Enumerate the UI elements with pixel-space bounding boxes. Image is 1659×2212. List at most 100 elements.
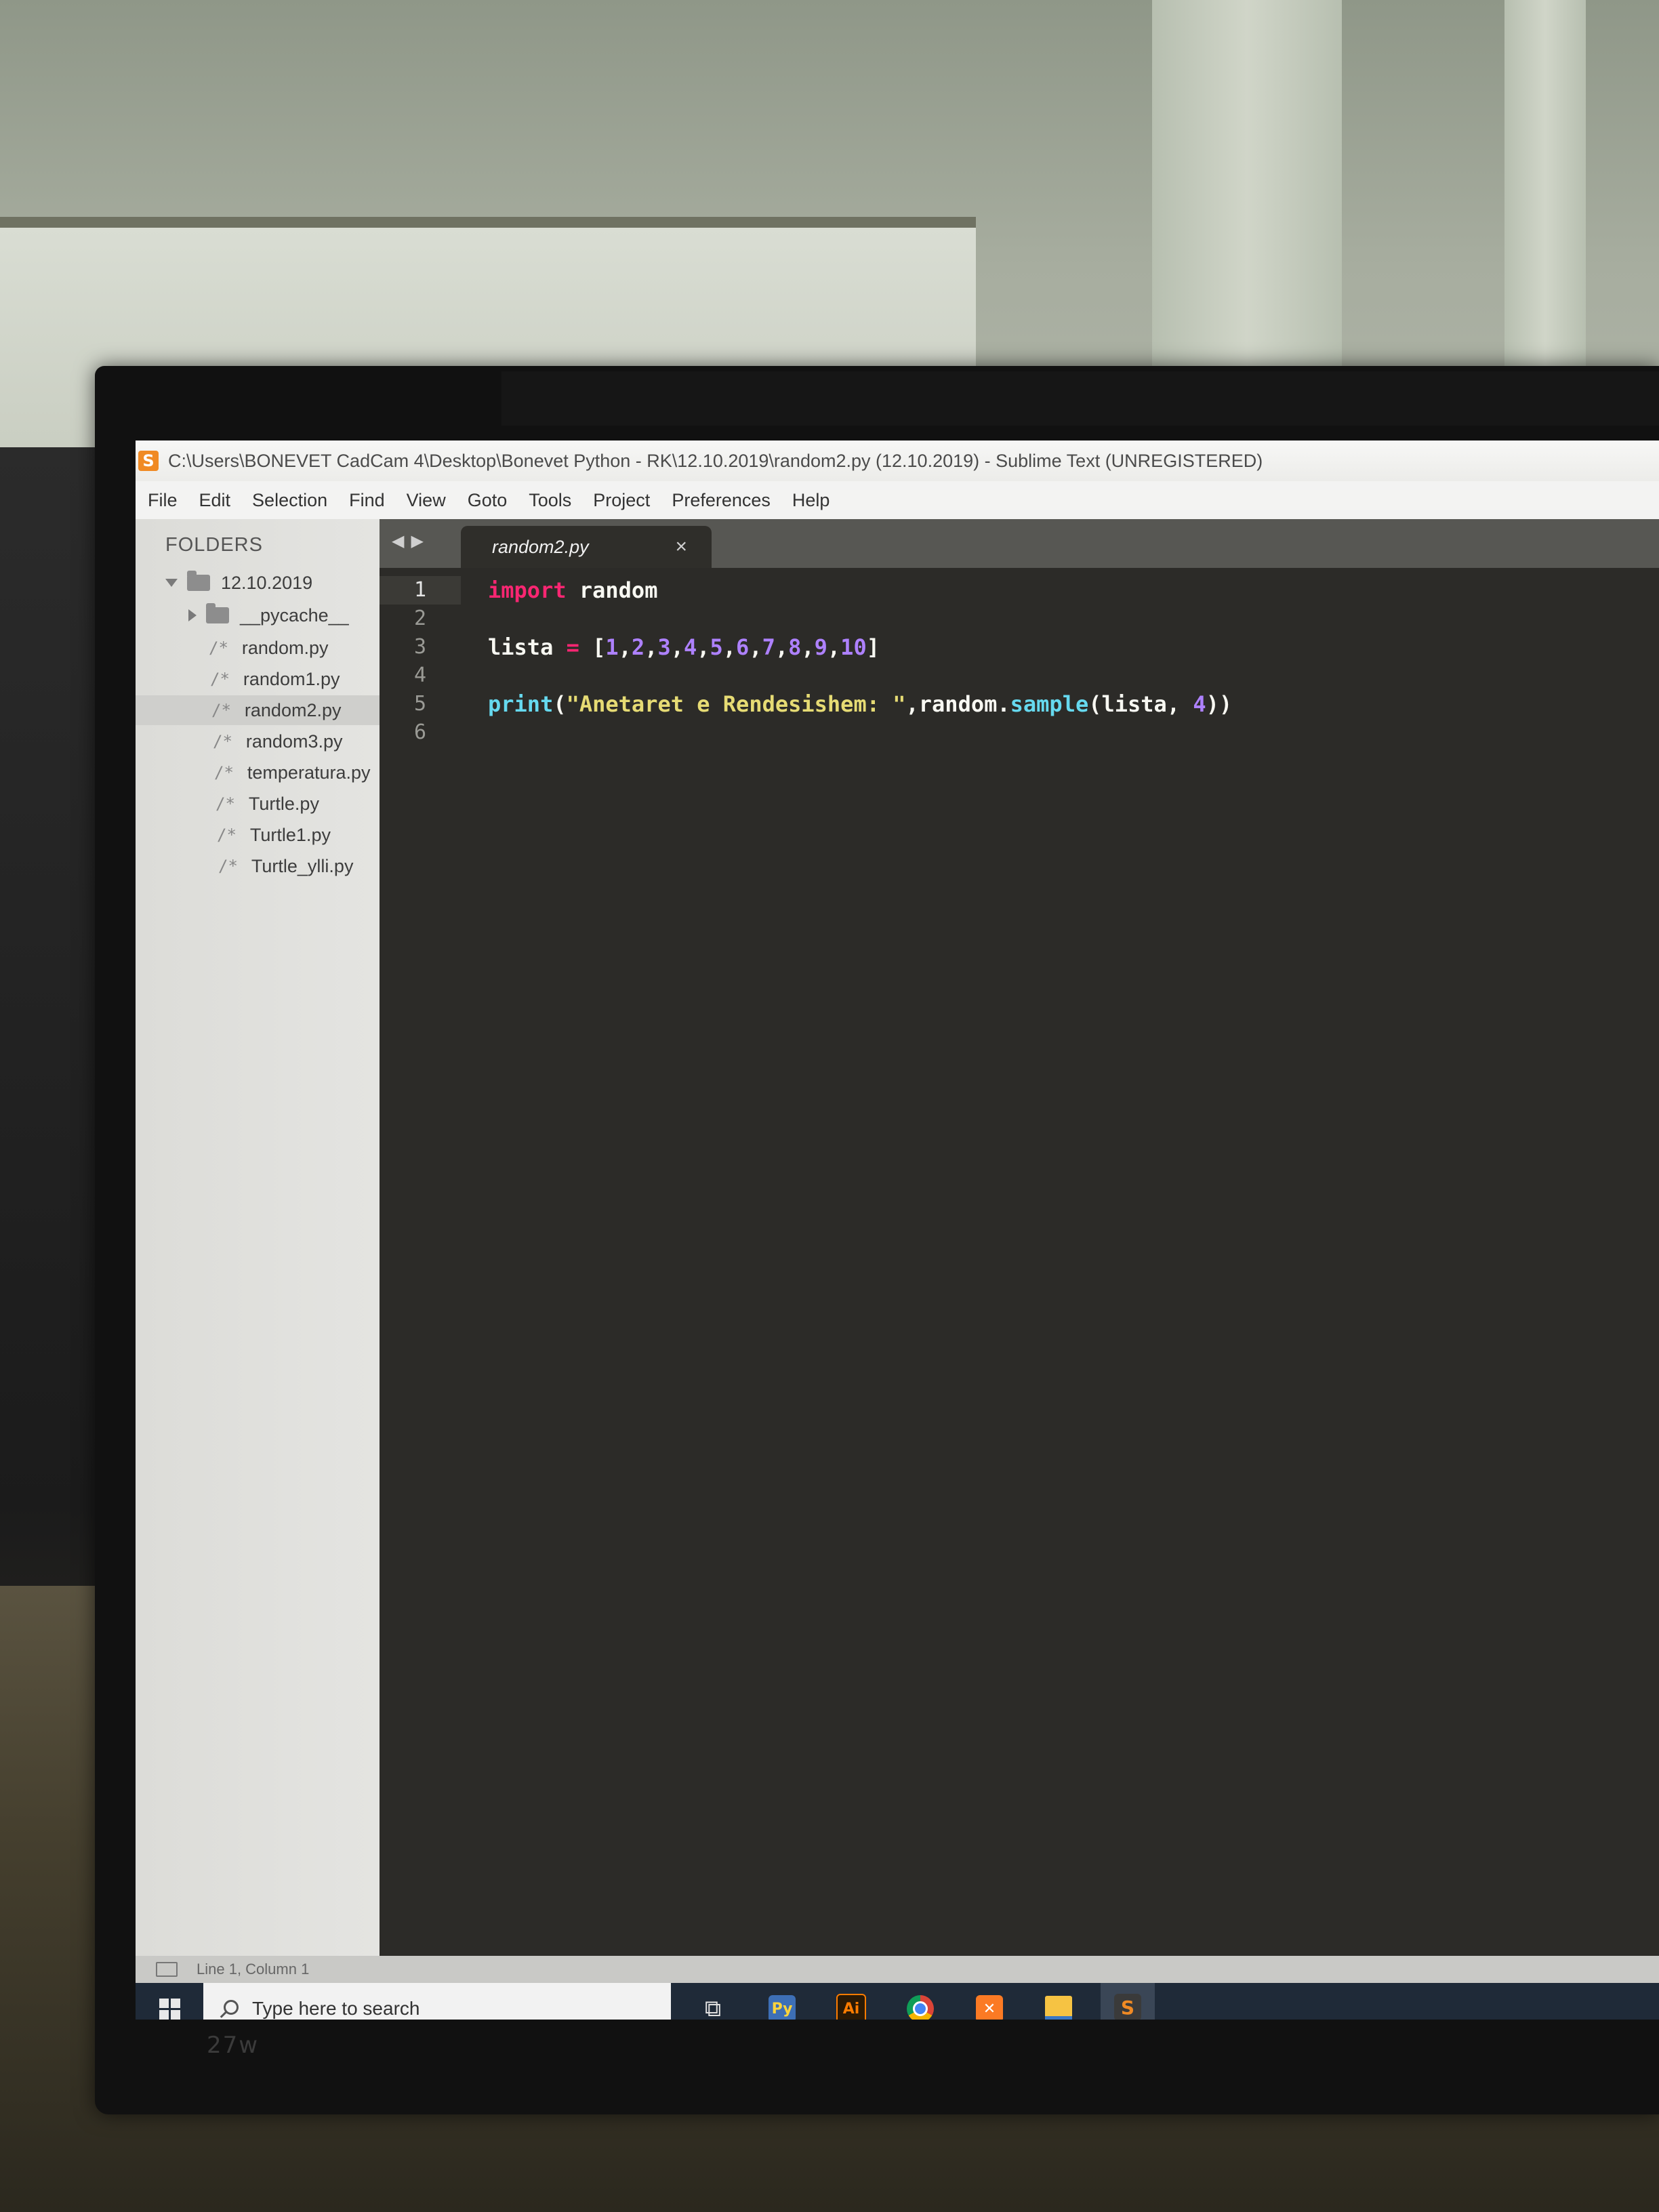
close-icon[interactable]: × xyxy=(675,535,687,558)
sublime-text-taskbar-icon: S xyxy=(1114,1994,1141,2020)
menu-view[interactable]: View xyxy=(396,490,457,511)
code-text: lista xyxy=(488,634,567,660)
sidebar-folder-root[interactable]: 12.10.2019 xyxy=(165,568,312,598)
file-icon: /* xyxy=(217,825,237,844)
arrow-right-icon[interactable]: ▶ xyxy=(411,531,423,551)
taskbar-sublime-text[interactable]: S xyxy=(1101,1983,1155,2020)
menu-help[interactable]: Help xyxy=(781,490,841,511)
search-icon xyxy=(220,2000,239,2018)
wall-pillar xyxy=(1152,0,1342,380)
task-view-icon: ⧉ xyxy=(704,1995,722,2020)
search-placeholder: Type here to search xyxy=(252,1998,420,2019)
code-function: print xyxy=(488,691,554,717)
code-number: 7 xyxy=(762,634,775,660)
menu-file[interactable]: File xyxy=(136,490,188,511)
sidebar-file-label: Turtle1.py xyxy=(249,824,331,845)
sidebar-file-random1[interactable]: /* random1.py xyxy=(210,664,340,694)
code-line-3: lista = [1,2,3,4,5,6,7,8,9,10] xyxy=(488,634,880,660)
tab-label: random2.py xyxy=(492,536,589,557)
sidebar-file-label: temperatura.py xyxy=(247,762,371,783)
sidebar-file-temperatura[interactable]: /* temperatura.py xyxy=(214,758,371,787)
monitor-top xyxy=(501,371,1659,426)
taskbar-xampp[interactable]: ✕ xyxy=(962,1983,1017,2020)
monitor-model-label: 27w xyxy=(207,2032,260,2059)
taskbar-chrome[interactable] xyxy=(893,1983,947,2020)
sidebar-file-label: Turtle.py xyxy=(248,793,319,814)
window-title: C:\Users\BONEVET CadCam 4\Desktop\Boneve… xyxy=(168,450,1263,471)
menu-find[interactable]: Find xyxy=(338,490,396,511)
code-text: ( xyxy=(553,691,567,717)
line-number: 3 xyxy=(413,635,427,659)
code-line-1: import random xyxy=(488,576,657,605)
line-number: 5 xyxy=(413,692,427,716)
sidebar-file-turtle1[interactable]: /* Turtle1.py xyxy=(217,820,331,850)
sidebar-file-turtle-ylli[interactable]: /* Turtle_ylli.py xyxy=(218,851,353,881)
screen: S C:\Users\BONEVET CadCam 4\Desktop\Bone… xyxy=(136,441,1659,2020)
taskbar-search[interactable]: Type here to search xyxy=(203,1983,671,2020)
line-number: 1 xyxy=(380,576,461,605)
menu-goto[interactable]: Goto xyxy=(457,490,518,511)
code-operator: = xyxy=(566,634,579,660)
folder-icon xyxy=(206,603,229,623)
console-toggle-icon[interactable] xyxy=(156,1962,178,1977)
menu-project[interactable]: Project xyxy=(582,490,661,511)
code-method: sample xyxy=(1010,691,1089,717)
file-icon: /* xyxy=(209,638,228,657)
cursor-position: Line 1, Column 1 xyxy=(197,1961,310,1978)
sidebar-folder-pycache[interactable]: __pycache__ xyxy=(188,600,349,630)
python-idle-icon: Py xyxy=(769,1995,796,2020)
sidebar-folder-label: __pycache__ xyxy=(240,605,349,626)
code-line-5: print("Anetaret e Rendesishem: ",random.… xyxy=(488,690,1232,718)
code-number: 5 xyxy=(710,634,723,660)
code-editor[interactable]: 1 2 3 4 5 6 import random lista = [1,2,3… xyxy=(380,568,1659,1956)
code-number: 6 xyxy=(736,634,750,660)
illustrator-icon: Ai xyxy=(836,1994,866,2020)
chevron-down-icon[interactable] xyxy=(165,579,178,587)
task-view-button[interactable]: ⧉ xyxy=(686,1983,740,2020)
file-explorer-icon xyxy=(1045,1996,1072,2020)
menu-edit[interactable]: Edit xyxy=(188,490,242,511)
taskbar-file-explorer[interactable] xyxy=(1031,1983,1086,2020)
folder-icon xyxy=(187,571,210,591)
title-bar[interactable]: S C:\Users\BONEVET CadCam 4\Desktop\Bone… xyxy=(136,441,1659,481)
code-number: 4 xyxy=(683,634,697,660)
windows-icon xyxy=(159,1998,180,2020)
start-button[interactable] xyxy=(136,1983,203,2020)
file-icon: /* xyxy=(214,763,234,782)
status-bar: Line 1, Column 1 xyxy=(136,1956,1659,1983)
sidebar-file-label: random.py xyxy=(241,637,329,658)
file-icon: /* xyxy=(218,857,238,876)
sidebar: FOLDERS 12.10.2019 __pycache__ /* random… xyxy=(136,519,393,1980)
chrome-icon xyxy=(907,1995,934,2020)
menu-bar: File Edit Selection Find View Goto Tools… xyxy=(136,481,1659,519)
wall-pillar xyxy=(1504,0,1586,380)
arrow-left-icon[interactable]: ◀ xyxy=(392,531,404,551)
sidebar-folder-label: 12.10.2019 xyxy=(221,572,313,593)
tab-random2[interactable]: random2.py × xyxy=(461,526,712,568)
code-text: )) xyxy=(1206,691,1233,717)
sidebar-file-turtle[interactable]: /* Turtle.py xyxy=(216,789,319,819)
file-icon: /* xyxy=(213,732,232,751)
sidebar-file-random2[interactable]: /* random2.py xyxy=(136,695,380,725)
taskbar-illustrator[interactable]: Ai xyxy=(824,1983,878,2020)
code-number: 3 xyxy=(657,634,671,660)
sidebar-file-random[interactable]: /* random.py xyxy=(209,633,328,663)
chevron-right-icon[interactable] xyxy=(188,609,197,621)
line-number: 2 xyxy=(413,607,427,630)
code-number: 9 xyxy=(814,634,827,660)
sublime-text-icon: S xyxy=(138,451,159,471)
sidebar-file-random3[interactable]: /* random3.py xyxy=(213,726,343,756)
sidebar-file-label: random2.py xyxy=(244,699,342,720)
menu-selection[interactable]: Selection xyxy=(241,490,338,511)
xampp-icon: ✕ xyxy=(976,1995,1003,2020)
code-text: ,random. xyxy=(905,691,1010,717)
tab-nav-arrows: ◀ ▶ xyxy=(392,531,424,551)
menu-preferences[interactable]: Preferences xyxy=(661,490,781,511)
code-number: 10 xyxy=(840,634,867,660)
line-number: 6 xyxy=(413,720,427,744)
tab-bar: ◀ ▶ random2.py × xyxy=(380,519,1659,568)
file-icon: /* xyxy=(211,701,231,720)
taskbar-python[interactable]: Py xyxy=(755,1983,809,2020)
menu-tools[interactable]: Tools xyxy=(518,490,582,511)
file-icon: /* xyxy=(210,670,230,689)
